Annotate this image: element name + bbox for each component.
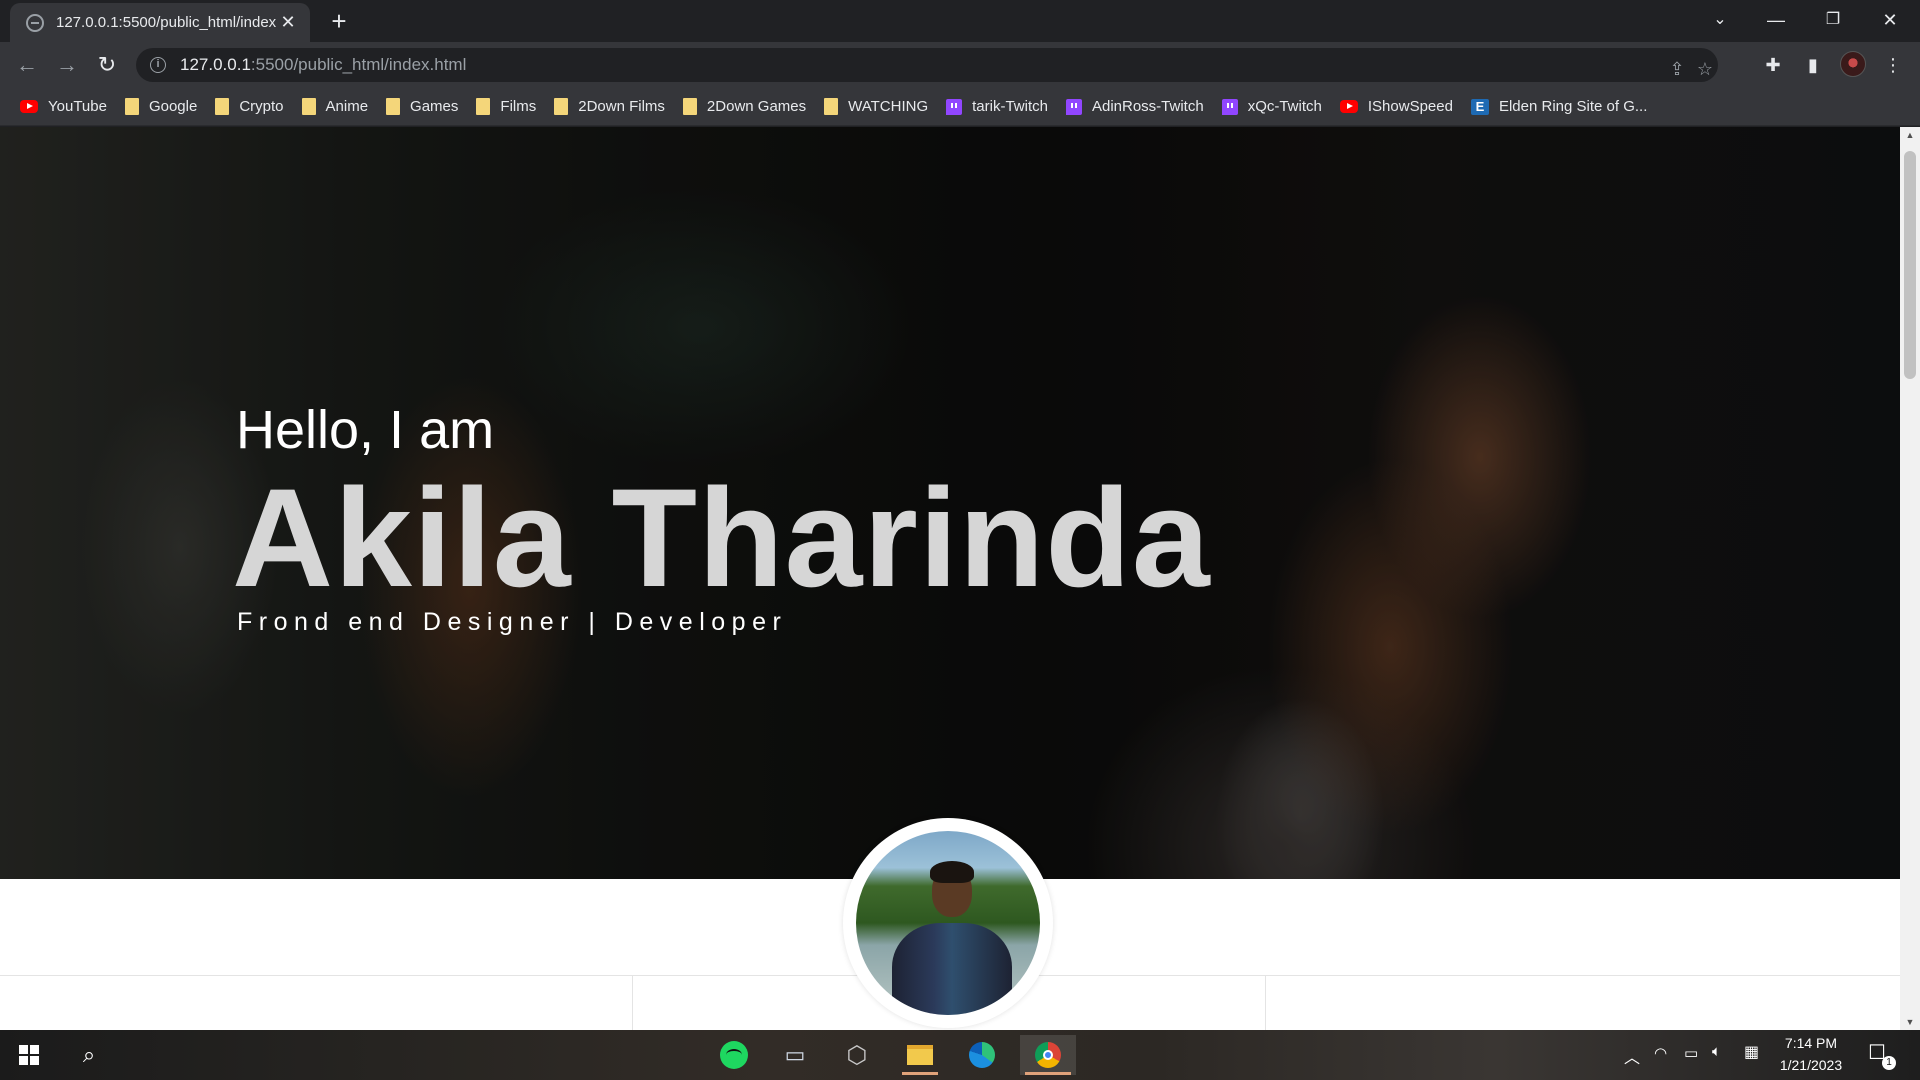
- bookmark-anime[interactable]: Anime: [294, 92, 379, 122]
- bookmark-crypto[interactable]: Crypto: [207, 92, 293, 122]
- globe-icon: [26, 13, 44, 32]
- folder-icon: [824, 98, 839, 115]
- url-path: :5500/public_html/index.html: [250, 55, 467, 74]
- hero-name: Akila Tharinda: [232, 459, 1211, 616]
- battery-icon[interactable]: ▭: [1684, 1044, 1698, 1062]
- bookmarks-bar: YouTube Google Crypto Anime Games Films …: [0, 88, 1920, 126]
- bookmark-google[interactable]: Google: [117, 92, 207, 122]
- hero-role: Frond end Designer | Developer: [237, 608, 788, 636]
- wifi-icon[interactable]: ◠: [1654, 1044, 1667, 1062]
- windows-logo-icon: [19, 1045, 39, 1065]
- minimize-button[interactable]: —: [1748, 0, 1804, 40]
- profile-photo-frame: [843, 818, 1053, 1028]
- bookmark-xqc-twitch[interactable]: xQc-Twitch: [1214, 92, 1332, 122]
- folder-icon: [301, 98, 316, 115]
- toolbar: ← → ↻ i 127.0.0.1:5500/public_html/index…: [0, 42, 1920, 88]
- hero-greeting: Hello, I am: [236, 400, 495, 460]
- tab-active[interactable]: 127.0.0.1:5500/public_html/index.html ✕: [10, 3, 310, 42]
- profile-avatar-icon[interactable]: [1840, 51, 1866, 77]
- search-icon[interactable]: ⌕: [66, 1035, 112, 1075]
- keyboard-icon[interactable]: ▦: [1744, 1042, 1759, 1062]
- folder-icon: [124, 98, 139, 115]
- twitch-icon: [1221, 98, 1238, 115]
- back-button[interactable]: ←: [12, 50, 42, 80]
- bookmark-watching[interactable]: WATCHING: [816, 92, 938, 122]
- volume-icon[interactable]: 🔈︎: [1712, 1043, 1721, 1060]
- column-divider: [632, 976, 633, 1030]
- twitch-icon: [946, 98, 963, 115]
- folder-icon: [386, 98, 401, 115]
- page-viewport: Hello, I am Akila Tharinda Frond end Des…: [0, 127, 1900, 1030]
- bookmark-star-icon[interactable]: ☆: [1692, 56, 1718, 82]
- close-tab-icon[interactable]: ✕: [278, 12, 298, 33]
- photos-app-icon[interactable]: ▭: [772, 1035, 818, 1075]
- hero-section: Hello, I am Akila Tharinda Frond end Des…: [0, 127, 1900, 879]
- chrome-browser-icon[interactable]: [1020, 1035, 1076, 1075]
- forward-button[interactable]: →: [52, 50, 82, 80]
- tab-strip: 127.0.0.1:5500/public_html/index.html ✕ …: [0, 0, 1920, 42]
- close-window-button[interactable]: ✕: [1862, 0, 1918, 40]
- file-explorer-icon[interactable]: [897, 1035, 943, 1075]
- folder-icon: [682, 98, 697, 115]
- youtube-icon: [20, 100, 38, 113]
- spotify-icon[interactable]: [711, 1035, 757, 1075]
- url-host: 127.0.0.1: [180, 55, 251, 74]
- clock-date[interactable]: 1/21/2023: [1766, 1057, 1856, 1073]
- elden-ring-icon: E: [1470, 98, 1489, 115]
- browser-window: 127.0.0.1:5500/public_html/index.html ✕ …: [0, 0, 1920, 1030]
- bookmark-adinross-twitch[interactable]: AdinRoss-Twitch: [1058, 92, 1214, 122]
- twitch-icon: [1065, 98, 1082, 115]
- share-icon[interactable]: ⇪: [1664, 56, 1690, 82]
- side-panel-icon[interactable]: ▮: [1798, 50, 1828, 80]
- tab-search-icon[interactable]: ⌄: [1692, 0, 1748, 40]
- tray-overflow-icon[interactable]: ︿: [1624, 1044, 1640, 1068]
- unity-icon[interactable]: ⬡: [834, 1035, 880, 1075]
- new-tab-button[interactable]: +: [324, 6, 354, 36]
- page-scrollbar[interactable]: ▲ ▼: [1900, 127, 1920, 1030]
- folder-icon: [554, 98, 569, 115]
- address-bar[interactable]: i 127.0.0.1:5500/public_html/index.html …: [136, 48, 1718, 82]
- scroll-thumb[interactable]: [1904, 151, 1916, 379]
- bookmark-tarik-twitch[interactable]: tarik-Twitch: [938, 92, 1058, 122]
- tab-title: 127.0.0.1:5500/public_html/index.html: [56, 14, 276, 31]
- bookmark-youtube[interactable]: YouTube: [12, 92, 117, 122]
- clock-time[interactable]: 7:14 PM: [1766, 1035, 1856, 1051]
- edge-browser-icon[interactable]: [959, 1035, 1005, 1075]
- start-button[interactable]: [6, 1035, 52, 1075]
- bookmark-films[interactable]: Films: [468, 92, 546, 122]
- site-info-icon[interactable]: i: [150, 57, 166, 73]
- bookmark-elden-ring[interactable]: E Elden Ring Site of G...: [1463, 92, 1657, 122]
- extensions-icon[interactable]: ✚: [1758, 50, 1788, 80]
- notification-badge: 1: [1882, 1056, 1896, 1070]
- bookmark-games[interactable]: Games: [378, 92, 468, 122]
- folder-icon: [476, 98, 491, 115]
- restore-button[interactable]: ❐: [1805, 0, 1861, 40]
- profile-photo: [856, 831, 1040, 1015]
- reload-button[interactable]: ↻: [92, 50, 122, 80]
- folder-icon: [215, 98, 230, 115]
- youtube-icon: [1339, 100, 1358, 113]
- column-divider: [1265, 976, 1266, 1030]
- menu-icon[interactable]: ⋮: [1878, 50, 1908, 80]
- bookmark-2down-films[interactable]: 2Down Films: [546, 92, 675, 122]
- scroll-up-icon[interactable]: ▲: [1900, 127, 1920, 143]
- bookmark-2down-games[interactable]: 2Down Games: [675, 92, 816, 122]
- windows-taskbar: ⌕ ▭ ⬡ ︿ ◠ ▭ 🔈︎ ▦ 7:14 PM 1/21/2023 ☐ 1: [0, 1030, 1920, 1080]
- scroll-down-icon[interactable]: ▼: [1900, 1014, 1920, 1030]
- bookmark-ishowspeed[interactable]: IShowSpeed: [1332, 92, 1463, 122]
